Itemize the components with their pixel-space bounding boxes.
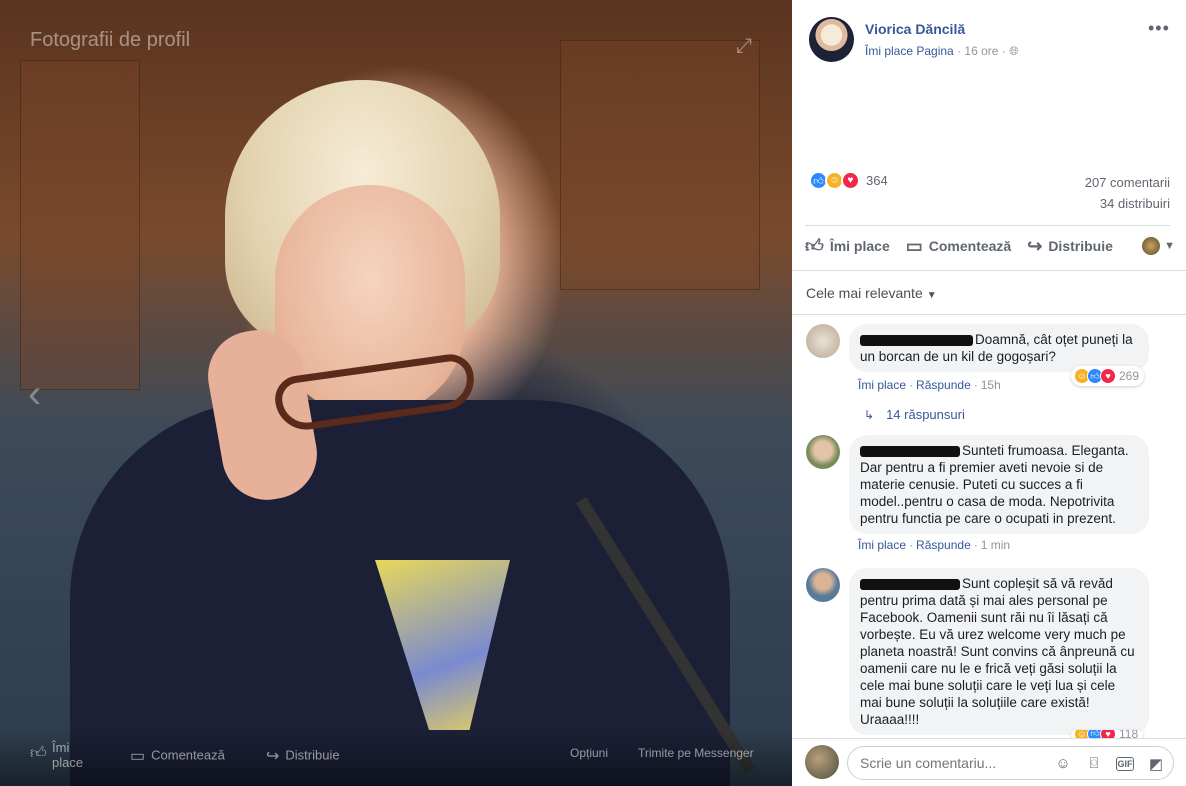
divider <box>792 314 1186 315</box>
page-like-link[interactable]: Îmi place Pagina <box>865 44 954 58</box>
replies-label: 14 răspunsuri <box>886 407 965 422</box>
viewer-options-button[interactable]: Opțiuni <box>570 746 608 760</box>
comment-bubble: Doamnă, cât oțet puneți la un borcan de … <box>849 324 1149 372</box>
comment-text: Sunt copleșit să vă revăd pentru prima d… <box>860 576 1135 727</box>
comment-bubble: Sunt copleșit să vă revăd pentru prima d… <box>849 568 1149 735</box>
share-count[interactable]: 34 distribuiri <box>1100 196 1170 211</box>
comment-reaction-count: 269 <box>1119 369 1140 383</box>
comment-time[interactable]: 1 min <box>981 538 1010 552</box>
photo-viewer: Fotografii de profil ⤢ ‹ 👍︎ Îmi place ▭ C… <box>0 0 792 786</box>
comment-bubble: Sunteti frumoasa. Eleganta. Dar pentru a… <box>849 435 1149 534</box>
separator: · <box>973 538 978 552</box>
comment-reply-link[interactable]: Răspunde <box>916 378 971 392</box>
author-avatar[interactable] <box>809 17 854 62</box>
share-label: Distribuie <box>1048 238 1113 254</box>
expand-icon[interactable]: ⤢ <box>736 36 756 56</box>
commenter-avatar[interactable] <box>806 435 840 469</box>
viewer-like-label: Îmi place <box>52 740 84 770</box>
love-reaction-icon: ♥ <box>1100 368 1116 384</box>
meta-separator: · <box>1001 44 1006 58</box>
separator: · <box>909 538 914 552</box>
viewer-share-label: Distribuie <box>285 747 340 763</box>
comment-time[interactable]: 15h <box>981 378 1001 392</box>
post-time[interactable]: 16 ore <box>964 44 998 58</box>
reply-arrow-icon: ↳ <box>864 408 875 422</box>
divider <box>805 225 1170 226</box>
chevron-down-icon: ▼ <box>926 290 937 301</box>
love-reaction-icon: ♥ <box>841 171 860 190</box>
comment-icon: ▭ <box>905 235 923 256</box>
post-actions: 👍︎ Îmi place ▭ Comentează ↪ Distribuie ▼ <box>805 235 1175 257</box>
like-button[interactable]: 👍︎ Îmi place <box>805 235 890 257</box>
more-icon[interactable]: ••• <box>1148 18 1170 39</box>
commenter-avatar[interactable] <box>806 568 840 602</box>
comment-like-link[interactable]: Îmi place <box>858 538 906 552</box>
audience-avatar <box>1142 237 1161 255</box>
globe-icon: 🌐︎ <box>1009 44 1019 58</box>
audience-selector[interactable]: ▼ <box>1142 237 1175 255</box>
wood-panel <box>560 40 760 290</box>
redacted-name[interactable] <box>860 334 973 346</box>
thumbs-up-icon: 👍︎ <box>30 745 47 762</box>
author-name[interactable]: Viorica Dăncilă <box>865 21 965 37</box>
separator: · <box>909 378 914 392</box>
camera-icon[interactable]: ⌼ <box>1085 755 1103 772</box>
post-meta: Îmi place Pagina · 16 ore · 🌐︎ <box>865 44 1019 59</box>
comment-actions: Îmi place · Răspunde · 1 min <box>858 538 1010 552</box>
comment-label: Comentează <box>928 238 1012 254</box>
comment-sort-selector[interactable]: Cele mai relevante ▼ <box>806 285 937 301</box>
comment-reply-link[interactable]: Răspunde <box>916 538 971 552</box>
viewer-comment-label: Comentează <box>151 747 225 763</box>
viewer-share-button[interactable]: ↪ Distribuie <box>266 746 340 766</box>
share-icon: ↪ <box>266 748 280 765</box>
separator: · <box>973 378 978 392</box>
my-avatar[interactable] <box>805 745 839 779</box>
sort-label: Cele mai relevante <box>806 285 923 301</box>
reaction-count: 364 <box>866 173 888 188</box>
sticker-icon[interactable]: ◩ <box>1147 755 1165 773</box>
view-replies-link[interactable]: ↳ 14 răspunsuri <box>864 407 965 422</box>
share-button[interactable]: ↪ Distribuie <box>1027 236 1113 257</box>
gif-icon[interactable]: GIF <box>1116 757 1134 771</box>
viewer-title: Fotografii de profil <box>30 29 191 51</box>
redacted-name[interactable] <box>860 445 960 457</box>
redacted-name[interactable] <box>860 578 960 590</box>
viewer-comment-button[interactable]: ▭ Comentează <box>130 746 225 766</box>
emoji-icon[interactable]: ☺ <box>1054 755 1072 772</box>
thumbs-up-icon: 👍︎ <box>805 236 824 256</box>
divider <box>792 270 1186 271</box>
comment-count[interactable]: 207 comentarii <box>1085 175 1170 190</box>
comment-button[interactable]: ▭ Comentează <box>906 236 1011 257</box>
chevron-down-icon: ▼ <box>1164 240 1175 252</box>
like-label: Îmi place <box>829 238 890 254</box>
chevron-left-icon[interactable]: ‹ <box>28 372 41 417</box>
commenter-avatar[interactable] <box>806 324 840 358</box>
comment-actions: Îmi place · Răspunde · 15h <box>858 378 1001 392</box>
wood-panel <box>20 60 140 390</box>
comment-icon: ▭ <box>130 748 146 765</box>
viewer-messenger-button[interactable]: Trimite pe Messenger <box>638 746 754 760</box>
post-reactions[interactable]: 👍︎ ☺ ♥ 364 <box>809 171 888 190</box>
comment-like-link[interactable]: Îmi place <box>858 378 906 392</box>
share-icon: ↪ <box>1027 235 1043 256</box>
comment-reactions[interactable]: ☺ 👍︎ ♥ 269 <box>1071 366 1145 386</box>
meta-separator: · <box>957 44 962 58</box>
